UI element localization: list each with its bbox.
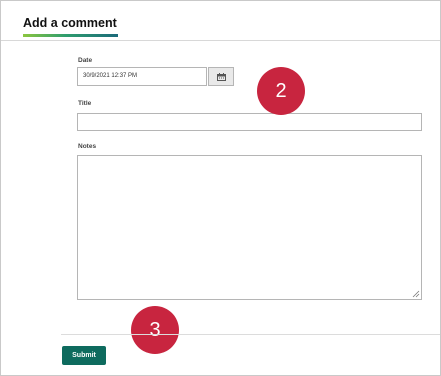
submit-button[interactable]: Submit [62,346,106,365]
date-input[interactable]: 30/9/2021 12:37 PM [77,67,207,86]
title-input[interactable] [77,113,422,131]
title-label: Title [78,100,92,107]
resize-grip-icon[interactable] [412,290,420,298]
panel-title: Add a comment [23,16,117,30]
notes-label: Notes [78,143,97,150]
footer-divider [61,334,440,335]
date-label: Date [78,57,93,64]
panel-header: Add a comment [1,1,440,41]
step-3-badge: 3 [131,306,179,354]
calendar-button[interactable] [208,67,234,86]
comment-panel: Add a comment Date 30/9/2021 12:37 PM Ti… [0,0,441,376]
title-underline [23,34,118,37]
step-2-badge: 2 [257,67,305,115]
calendar-icon [216,72,226,81]
notes-textarea[interactable] [77,155,422,300]
